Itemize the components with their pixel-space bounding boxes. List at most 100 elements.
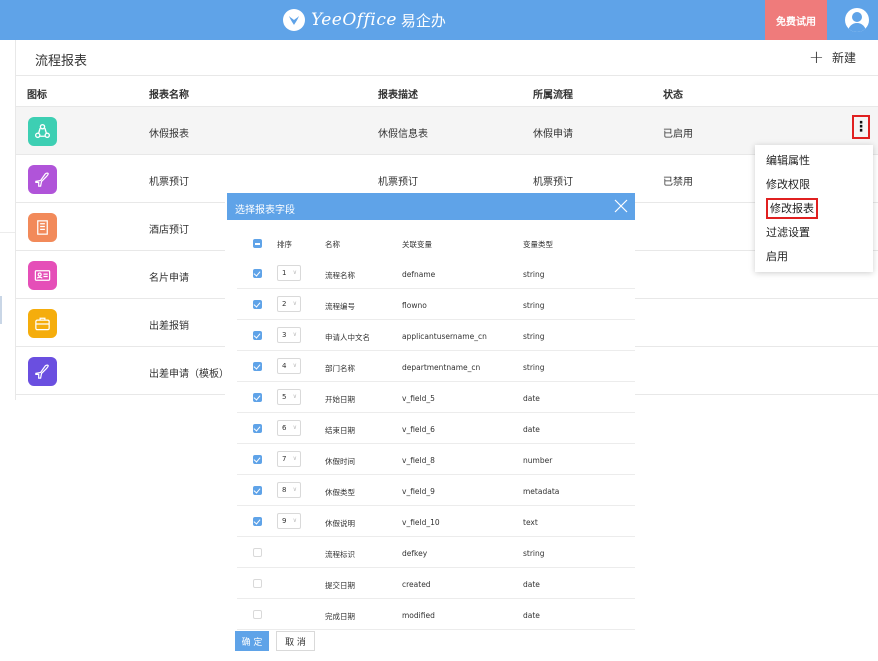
chevron-down-icon: ∨ [292, 362, 297, 369]
report-status: 已启用 [663, 129, 693, 140]
chevron-down-icon: ∨ [292, 455, 297, 462]
chevron-down-icon: ∨ [292, 331, 297, 338]
order-value: 5 [282, 393, 287, 401]
field-name: 休假类型 [325, 488, 355, 497]
field-type: date [523, 394, 540, 403]
chevron-down-icon: ∨ [292, 393, 297, 400]
order-select[interactable]: 5 ∨ [277, 389, 301, 405]
field-checkbox[interactable] [253, 362, 262, 371]
field-row[interactable]: 1 ∨ 流程名称 defname string [237, 258, 635, 289]
order-select[interactable]: 9 ∨ [277, 513, 301, 529]
col-variable-type: 变量类型 [523, 240, 553, 249]
chevron-down-icon: ∨ [292, 269, 297, 276]
field-row[interactable]: 流程标识 defkey string [237, 537, 635, 568]
order-select[interactable]: 7 ∨ [277, 451, 301, 467]
field-checkbox[interactable] [253, 517, 262, 526]
report-status: 已禁用 [663, 177, 693, 188]
field-name: 休假时间 [325, 457, 355, 466]
menu-item-enable[interactable]: 启用 [755, 245, 873, 269]
order-value: 9 [282, 517, 287, 525]
user-avatar-icon[interactable] [845, 8, 869, 32]
field-row[interactable]: 提交日期 created date [237, 568, 635, 599]
order-select[interactable]: 1 ∨ [277, 265, 301, 281]
brand-logo[interactable]: YeeOffice 易企办 [283, 6, 446, 34]
order-value: 2 [282, 300, 287, 308]
field-row[interactable]: 9 ∨ 休假说明 v_field_10 text [237, 506, 635, 537]
order-select[interactable]: 3 ∨ [277, 327, 301, 343]
report-name[interactable]: 酒店预订 [149, 221, 189, 236]
field-row[interactable]: 4 ∨ 部门名称 departmentname_cn string [237, 351, 635, 382]
field-variable: flowno [402, 301, 427, 310]
field-checkbox[interactable] [253, 424, 262, 433]
modal-header: 选择报表字段 [227, 193, 635, 220]
brand-name: YeeOffice [311, 10, 397, 30]
order-value: 7 [282, 455, 287, 463]
field-row[interactable]: 5 ∨ 开始日期 v_field_5 date [237, 382, 635, 413]
field-checkbox[interactable] [253, 486, 262, 495]
report-name[interactable]: 休假报表 [149, 125, 189, 140]
order-value: 3 [282, 331, 287, 339]
order-value: 6 [282, 424, 287, 432]
select-all-checkbox[interactable] [253, 239, 262, 248]
field-variable: created [402, 580, 431, 589]
field-name: 休假说明 [325, 519, 355, 528]
field-variable: defname [402, 270, 436, 279]
field-type: string [523, 301, 545, 310]
field-variable: v_field_5 [402, 394, 435, 403]
report-name[interactable]: 机票预订 [149, 173, 189, 188]
confirm-button[interactable]: 确 定 [235, 631, 269, 651]
order-select[interactable]: 6 ∨ [277, 420, 301, 436]
field-row[interactable]: 完成日期 modified date [237, 599, 635, 630]
report-name[interactable]: 出差报销 [149, 317, 189, 332]
col-desc: 报表描述 [378, 90, 418, 101]
menu-item-filter-settings[interactable]: 过滤设置 [755, 221, 873, 245]
field-type: date [523, 611, 540, 620]
col-icon: 图标 [27, 90, 47, 101]
field-name: 完成日期 [325, 612, 355, 621]
field-row[interactable]: 8 ∨ 休假类型 v_field_9 metadata [237, 475, 635, 506]
field-checkbox[interactable] [253, 610, 262, 619]
field-variable: v_field_10 [402, 518, 440, 527]
field-checkbox[interactable] [253, 331, 262, 340]
order-select[interactable]: 8 ∨ [277, 482, 301, 498]
menu-item-edit-report[interactable]: 修改报表 [755, 197, 873, 221]
chevron-down-icon: ∨ [292, 424, 297, 431]
field-row[interactable]: 2 ∨ 流程编号 flowno string [237, 289, 635, 320]
hotel-icon [28, 213, 57, 242]
order-select[interactable]: 2 ∨ [277, 296, 301, 312]
field-name: 申请人中文名 [325, 333, 370, 342]
field-checkbox[interactable] [253, 455, 262, 464]
report-name[interactable]: 名片申请 [149, 269, 189, 284]
menu-item-edit-permissions[interactable]: 修改权限 [755, 173, 873, 197]
more-actions-icon[interactable]: ⋮ [852, 115, 870, 139]
field-checkbox[interactable] [253, 579, 262, 588]
field-checkbox[interactable] [253, 393, 262, 402]
col-process: 所属流程 [533, 90, 573, 101]
table-row[interactable]: 休假报表 休假信息表 休假申请 已启用 ⋮ [16, 107, 878, 155]
chevron-down-icon: ∨ [292, 517, 297, 524]
business-card-icon [28, 261, 57, 290]
order-select[interactable]: 4 ∨ [277, 358, 301, 374]
field-variable: modified [402, 611, 435, 620]
new-report-button[interactable]: + 新建 [809, 48, 856, 66]
field-row[interactable]: 3 ∨ 申请人中文名 applicantusername_cn string [237, 320, 635, 351]
field-variable: v_field_8 [402, 456, 435, 465]
field-row[interactable]: 7 ∨ 休假时间 v_field_8 number [237, 444, 635, 475]
close-icon[interactable] [613, 198, 629, 214]
free-trial-button[interactable]: 免费试用 [765, 0, 827, 40]
cancel-button[interactable]: 取 消 [276, 631, 315, 651]
modal-title: 选择报表字段 [235, 205, 295, 216]
row-context-menu: 编辑属性 修改权限 修改报表 过滤设置 启用 [755, 145, 873, 272]
menu-item-edit-properties[interactable]: 编辑属性 [755, 149, 873, 173]
chevron-down-icon: ∨ [292, 486, 297, 493]
field-checkbox[interactable] [253, 269, 262, 278]
field-checkbox[interactable] [253, 300, 262, 309]
report-name[interactable]: 出差申请（模板） [149, 365, 229, 380]
field-checkbox[interactable] [253, 548, 262, 557]
report-desc: 休假信息表 [378, 129, 428, 140]
modal-table-header: 排序 名称 关联变量 变量类型 [237, 228, 635, 258]
field-type: date [523, 580, 540, 589]
field-row[interactable]: 6 ∨ 结束日期 v_field_6 date [237, 413, 635, 444]
field-variable: applicantusername_cn [402, 332, 487, 341]
report-desc: 机票预订 [378, 177, 418, 188]
